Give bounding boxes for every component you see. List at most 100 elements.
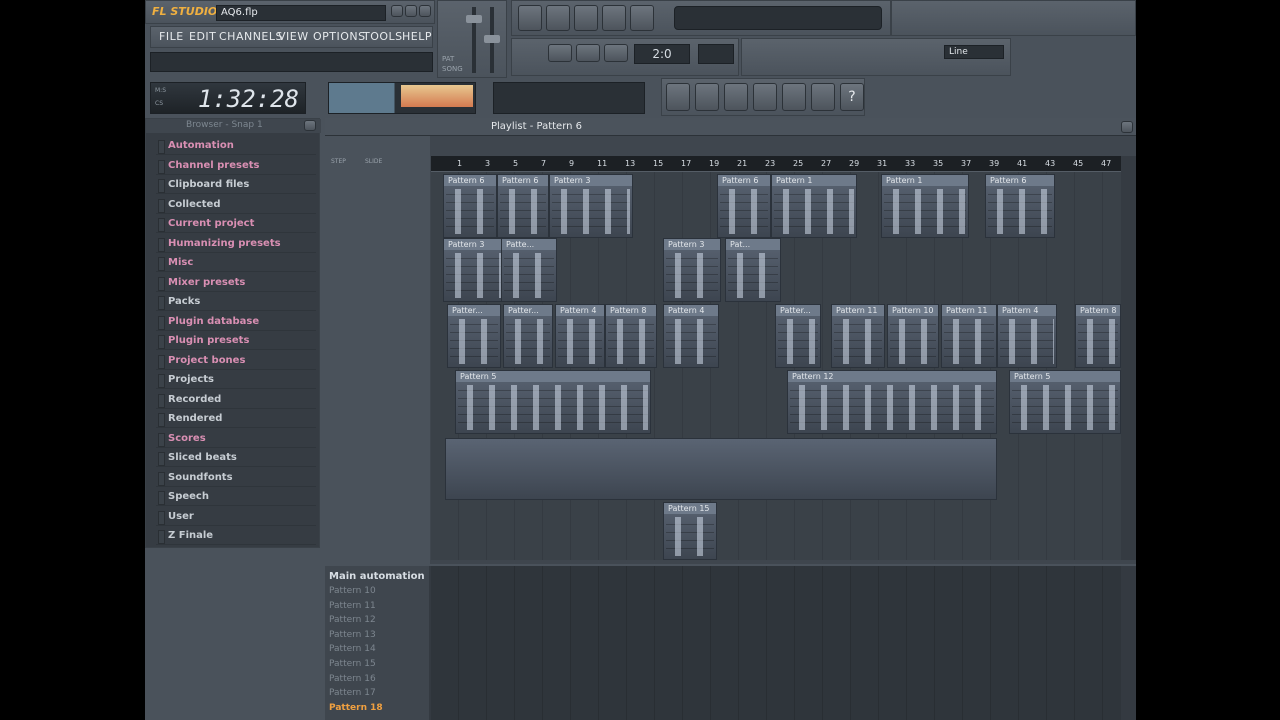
browser-close-button[interactable]: [304, 120, 316, 131]
help-icon[interactable]: ?: [840, 83, 864, 111]
pattern-clip[interactable]: Pattern 6: [985, 174, 1055, 238]
pattern-clip[interactable]: Pattern 1: [771, 174, 857, 238]
pattern-clip-notes: [1000, 319, 1054, 364]
pattern-clip[interactable]: Pattern 6: [443, 174, 497, 238]
automation-item[interactable]: Pattern 15: [329, 659, 376, 669]
automation-item[interactable]: Pattern 13: [329, 630, 376, 640]
browser-folder-scores[interactable]: Scores: [156, 430, 316, 448]
pattern-clip-label: Pattern 3: [664, 239, 720, 250]
pattern-clip-notes: [666, 253, 718, 298]
automation-clip[interactable]: [445, 438, 997, 500]
browser-folder-plugin-database[interactable]: Plugin database: [156, 313, 316, 331]
menu-options[interactable]: OPTIONS: [313, 30, 366, 43]
ruler-bar-number: 3: [485, 159, 491, 168]
browser-folder-user[interactable]: User: [156, 508, 316, 526]
record-button[interactable]: [604, 44, 628, 62]
browser-folder-misc[interactable]: Misc: [156, 254, 316, 272]
clipboard-icon[interactable]: [811, 83, 835, 111]
volume-handle[interactable]: [466, 15, 482, 23]
online-icon[interactable]: [666, 83, 690, 111]
automation-item[interactable]: Pattern 12: [329, 615, 376, 625]
automation-item[interactable]: Pattern 14: [329, 644, 376, 654]
pattern-clip-notes: [450, 319, 498, 364]
pattern-clip[interactable]: Pattern 1: [881, 174, 969, 238]
automation-item[interactable]: Pattern 10: [329, 586, 376, 596]
automation-item[interactable]: Pattern 16: [329, 674, 376, 684]
browser-folder-speech[interactable]: Speech: [156, 488, 316, 506]
browser-folder-sliced-beats[interactable]: Sliced beats: [156, 449, 316, 467]
browser-folder-plugin-presets[interactable]: Plugin presets: [156, 332, 316, 350]
browser-folder-project-bones[interactable]: Project bones: [156, 352, 316, 370]
menu-edit[interactable]: EDIT: [189, 30, 216, 43]
close-button[interactable]: [419, 5, 431, 17]
menu-tools[interactable]: TOOLS: [363, 30, 403, 43]
tempo-display[interactable]: 2:0: [634, 44, 690, 64]
browser-folder-automation[interactable]: Automation: [156, 137, 316, 155]
pattern-clip[interactable]: Pat...: [725, 238, 781, 302]
menu-help[interactable]: HELP: [402, 30, 432, 43]
cut-icon[interactable]: [753, 83, 777, 111]
pattern-clip[interactable]: Pattern 4: [555, 304, 605, 368]
pattern-clip[interactable]: Pattern 8: [605, 304, 657, 368]
pattern-clip[interactable]: Pattern 4: [997, 304, 1057, 368]
pattern-clip[interactable]: Pattern 4: [663, 304, 719, 368]
playlist-close-button[interactable]: [1121, 121, 1133, 133]
waveform-display: [401, 85, 473, 107]
pattern-clip[interactable]: Pattern 10: [887, 304, 939, 368]
browser-folder-collected[interactable]: Collected: [156, 196, 316, 214]
browser-folder-packs[interactable]: Packs: [156, 293, 316, 311]
pattern-clip[interactable]: Pattern 15: [663, 502, 717, 560]
automation-area: Main automation Pattern 10 Pattern 11 Patt…: [325, 566, 1136, 720]
pattern-clip[interactable]: Pattern 3: [549, 174, 633, 238]
pattern-selector[interactable]: [698, 44, 734, 64]
pattern-clip[interactable]: Pattern 3: [663, 238, 721, 302]
pattern-clip[interactable]: Patter...: [447, 304, 501, 368]
pattern-clip[interactable]: Patter...: [775, 304, 821, 368]
pitch-handle[interactable]: [484, 35, 500, 43]
pattern-clip[interactable]: Pattern 8: [1075, 304, 1121, 368]
pattern-clip[interactable]: Pattern 6: [717, 174, 771, 238]
browser-folder-current-project[interactable]: Current project: [156, 215, 316, 233]
pattern-clip[interactable]: Patter...: [503, 304, 553, 368]
playlist-view-icon[interactable]: [518, 5, 542, 31]
automation-item[interactable]: Pattern 11: [329, 601, 376, 611]
pattern-clip[interactable]: Pattern 5: [1009, 370, 1121, 434]
pattern-clip[interactable]: Patte...: [501, 238, 557, 302]
pattern-clip[interactable]: Pattern 11: [941, 304, 997, 368]
browser-folder-projects[interactable]: Projects: [156, 371, 316, 389]
browser-folder-soundfonts[interactable]: Soundfonts: [156, 469, 316, 487]
browser-folder-humanizing-presets[interactable]: Humanizing presets: [156, 235, 316, 253]
pause-button[interactable]: [548, 44, 572, 62]
snap-mode-select[interactable]: Line: [944, 45, 1004, 59]
minimize-button[interactable]: [391, 5, 403, 17]
automation-item[interactable]: Pattern 18: [329, 703, 383, 713]
timeline-ruler[interactable]: 1 3 5 7 9 11 13 15 17 19 21 23 25 27 29 31 33 35 37 39 41 43 4…: [431, 156, 1136, 172]
browser-folder-rendered[interactable]: Rendered: [156, 410, 316, 428]
mixer-view-icon[interactable]: [630, 5, 654, 31]
pattern-clip[interactable]: Pattern 5: [455, 370, 651, 434]
browser-folder-mixer-presets[interactable]: Mixer presets: [156, 274, 316, 292]
save-icon[interactable]: [724, 83, 748, 111]
menu-file[interactable]: FILE: [159, 30, 184, 43]
automation-grid[interactable]: [431, 566, 1121, 720]
browser-folder-z-finale[interactable]: Z Finale: [156, 527, 316, 545]
pattern-clip[interactable]: Pattern 12: [787, 370, 997, 434]
restore-button[interactable]: [405, 5, 417, 17]
browser-view-icon[interactable]: [602, 5, 626, 31]
menu-view[interactable]: VIEW: [278, 30, 309, 43]
browser-folder-recorded[interactable]: Recorded: [156, 391, 316, 409]
plugin-picker-icon[interactable]: [695, 83, 719, 111]
playlist-grid[interactable]: Pattern 6 Pattern 6 Pattern 3 Pattern 6 Patt…: [431, 172, 1121, 560]
pattern-clip[interactable]: Pattern 11: [831, 304, 885, 368]
menu-channels[interactable]: CHANNELS: [219, 30, 283, 43]
pattern-clip[interactable]: Pattern 6: [497, 174, 549, 238]
stop-button[interactable]: [576, 44, 600, 62]
automation-item[interactable]: Pattern 17: [329, 688, 376, 698]
browser-folder-clipboard-files[interactable]: Clipboard files: [156, 176, 316, 194]
step-sequencer-view-icon[interactable]: [574, 5, 598, 31]
playlist-scrollbar[interactable]: [1121, 156, 1136, 560]
song-time-display[interactable]: M:S CS 1:32:28: [150, 82, 306, 114]
search-icon[interactable]: [782, 83, 806, 111]
browser-folder-channel-presets[interactable]: Channel presets: [156, 157, 316, 175]
piano-roll-view-icon[interactable]: [546, 5, 570, 31]
